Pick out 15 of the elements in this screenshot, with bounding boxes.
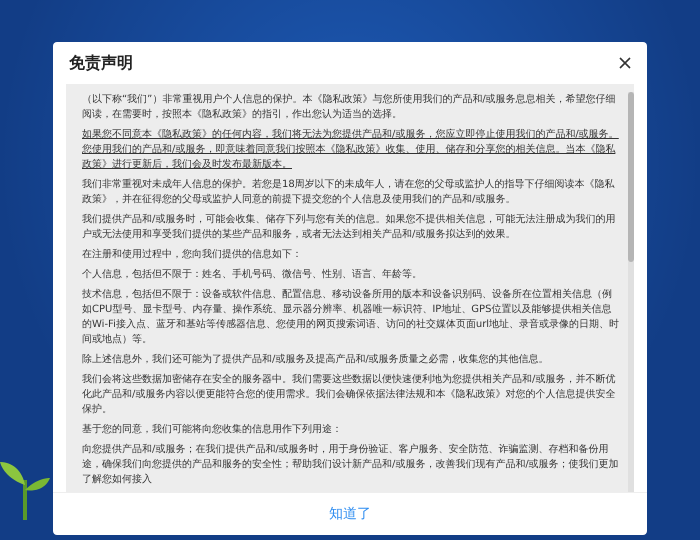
paragraph: 基于您的同意，我们可能将向您收集的信息用作下列用途： [82,422,343,437]
confirm-button[interactable]: 知道了 [319,501,381,527]
paragraph: 我们非常重视对未成年人信息的保护。若您是18周岁以下的未成年人，请在您的父母或监护人的指导下仔细阅读本《隐私政策》，并在征得您的父母或监护人同意的前提下提交您的个人信息及使用我们的产品和/或服务。 [82,178,616,207]
close-icon[interactable] [617,55,633,71]
paragraph: （以下称“我们”）非常重视用户个人信息的保护。本《隐私政策》与您所使用我们的产品和/或服务息息相关，希望您仔细阅读，在需要时，按照本《隐私政策》的指引，作出您认为适当的选择。 [82,92,617,122]
paragraph: 向您提供产品和/或服务；在我们提供产品和/或服务时，用于身份验证、客户服务、安全防范、诈骗监测、存档和备份用途，确保我们向您提供的产品和服务的安全性；帮助我们设计新产品和/或服务，改善我们现有产品和/或服务；使我们更加了解您如何接入 [82,442,620,487]
paragraph: 除上述信息外，我们还可能为了提供产品和/或服务及提高产品和/或服务质量之必需，收集您的其他信息。 [82,352,550,367]
paragraph: 技术信息，包括但不限于：设备或软件信息、配置信息、移动设备所用的版本和设备识别码、设备所在位置相关信息（例如CPU型号、显卡型号、内存量、操作系统、显示器分辨率、机器唯一标识符、IP地址、GPS位置以及能够提供相关信息的Wi-Fi接入点、蓝牙和基站等传感器信息、您使用的网页搜索词语、访问的社交媒体页面url地址、录音或录像的日期、时间或地点）等。 [82,288,620,347]
paragraph: 个人信息，包括但不限于：姓名、手机号码、微信号、性别、语言、年龄等。 [82,268,423,282]
scrollbar[interactable] [628,92,634,492]
paragraph: 我们会将这些数据加密储存在安全的服务器中。我们需要这些数据以便快速便利地为您提供相关产品和/或服务，并不断优化此产品和/或服务内容以便更能符合您的使用需求。我们会确保依据法律法规和本《隐私政策》对您的个人信息提供安全保护。 [82,372,616,417]
paragraph: 如果您不同意本《隐私政策》的任何内容，我们将无法为您提供产品和/或服务，您应立即停止使用我们的产品和/或服务。您使用我们的产品和/或服务，即意味着同意我们按照本《隐私政策》收集、使用、储存和分享您的相关信息。当本《隐私政策》进行更新后，我们会及时发布最新版本。 [82,128,620,172]
paragraph: 我们提供产品和/或服务时，可能会收集、储存下列与您有关的信息。如果您不提供相关信息，可能无法注册成为我们的用户或无法使用和享受我们提供的某些产品和服务，或者无法达到相关产品和/或服务拟达到的效果。 [82,212,616,242]
paragraph: 在注册和使用过程中，您向我们提供的信息如下： [82,248,303,262]
dialog-title: 免责声明 [69,52,133,74]
